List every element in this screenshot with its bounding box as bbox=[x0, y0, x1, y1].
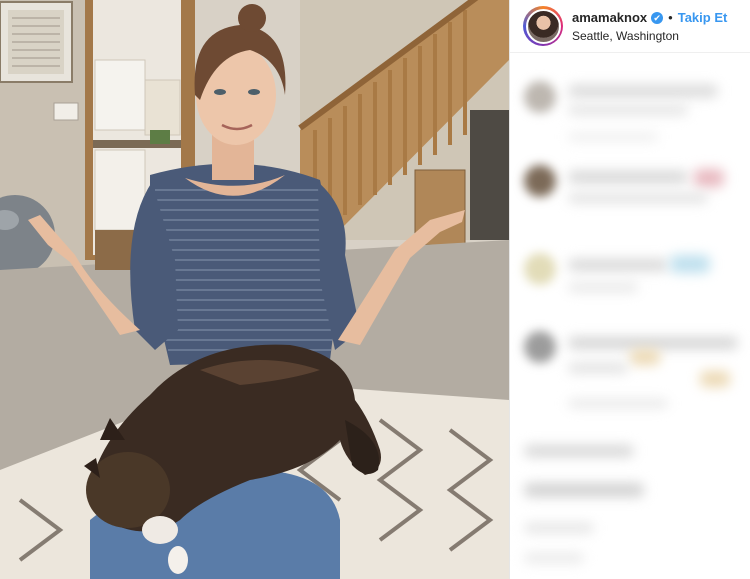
avatar[interactable] bbox=[525, 8, 561, 44]
comment-text-block bbox=[568, 259, 668, 271]
comment-text-block bbox=[568, 133, 658, 141]
comment-avatar bbox=[524, 331, 556, 363]
comment-text-block bbox=[568, 363, 628, 373]
comment-avatar bbox=[524, 165, 556, 197]
verified-badge-icon: ✔ bbox=[651, 11, 664, 24]
header-text: amamaknox ✔ • Takip Et Seattle, Washingt… bbox=[572, 9, 727, 43]
comment-text-block bbox=[524, 523, 594, 533]
profile-avatar-ring[interactable] bbox=[523, 6, 563, 46]
comment-text-block bbox=[524, 553, 584, 563]
comment-text-block bbox=[524, 445, 634, 457]
comment-text-block bbox=[694, 169, 724, 187]
post-header: amamaknox ✔ • Takip Et Seattle, Washingt… bbox=[510, 0, 750, 53]
comment-avatar bbox=[524, 81, 556, 113]
comment-text-block bbox=[568, 283, 638, 292]
blurred-comments-area bbox=[510, 53, 750, 579]
header-row: amamaknox ✔ • Takip Et bbox=[572, 9, 727, 26]
comment-text-block bbox=[700, 371, 730, 387]
separator-dot: • bbox=[668, 10, 673, 25]
comment-text-block bbox=[568, 399, 668, 408]
comment-text-block bbox=[568, 171, 688, 183]
comment-text-block bbox=[630, 349, 660, 365]
comment-text-block bbox=[568, 193, 708, 203]
post-photo bbox=[0, 0, 509, 579]
follow-button[interactable]: Takip Et bbox=[678, 10, 728, 25]
comment-text-block bbox=[568, 105, 688, 115]
comment-avatar bbox=[524, 253, 556, 285]
post-side-panel: amamaknox ✔ • Takip Et Seattle, Washingt… bbox=[509, 0, 750, 579]
location-link[interactable]: Seattle, Washington bbox=[572, 29, 727, 43]
comment-text-block bbox=[568, 85, 718, 97]
username-link[interactable]: amamaknox bbox=[572, 10, 647, 25]
photo-scene bbox=[0, 0, 509, 579]
comment-text-block bbox=[568, 337, 738, 349]
comment-text-block bbox=[524, 483, 644, 497]
comment-text-block bbox=[670, 255, 710, 273]
